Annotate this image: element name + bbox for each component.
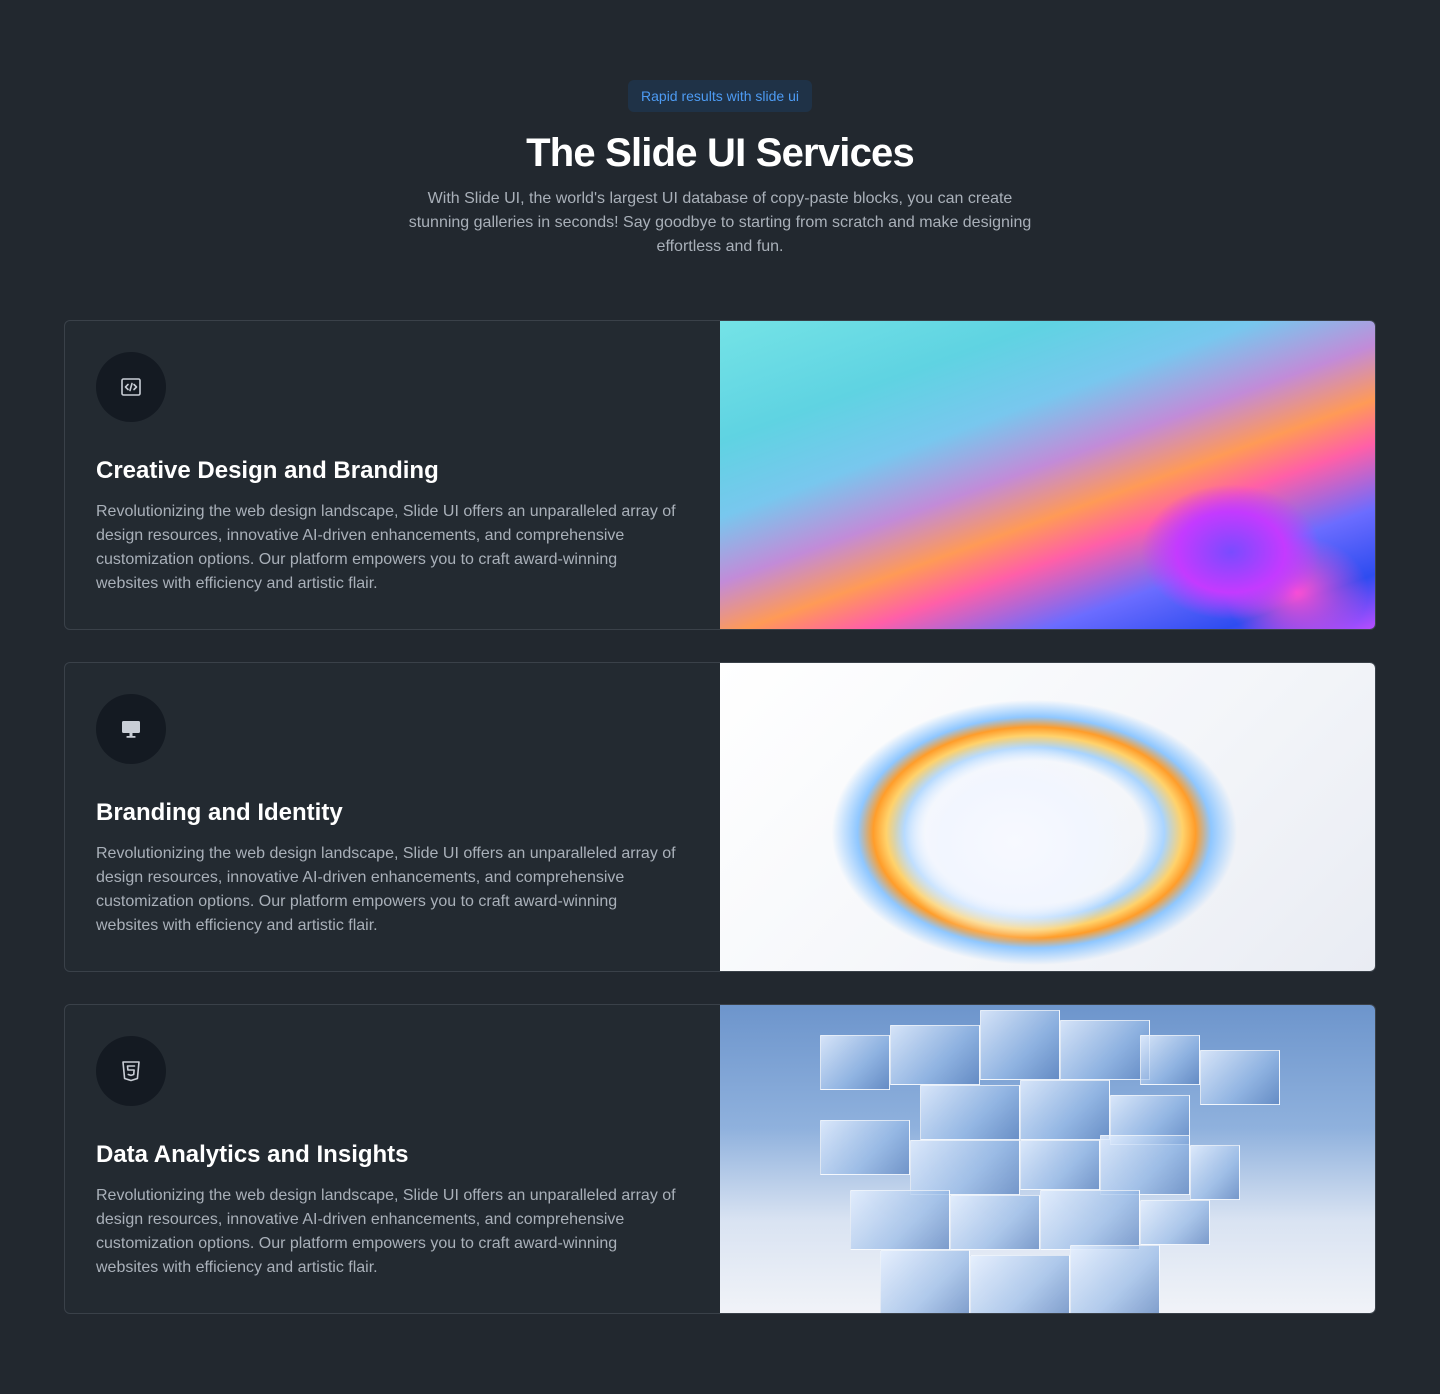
page-title: The Slide UI Services	[526, 131, 915, 175]
glass-cube	[1060, 1020, 1150, 1080]
code-icon	[121, 378, 141, 396]
glass-cube	[1100, 1135, 1190, 1195]
glass-cube	[890, 1025, 980, 1085]
glass-cube	[1040, 1190, 1140, 1250]
glass-cube	[1200, 1050, 1280, 1105]
glass-ring-image	[720, 663, 1375, 971]
glass-cube	[820, 1035, 890, 1090]
html5-icon	[122, 1061, 140, 1082]
glass-cube	[850, 1190, 950, 1250]
glass-cube	[970, 1255, 1070, 1313]
glass-cube	[1070, 1245, 1160, 1313]
glass-cube	[950, 1195, 1040, 1250]
glass-cubes-image	[720, 1005, 1375, 1313]
service-card-text: Branding and Identity Revolutionizing th…	[65, 663, 720, 971]
service-description: Revolutionizing the web design landscape…	[96, 1187, 676, 1276]
service-title: Data Analytics and Insights	[96, 1141, 409, 1168]
glass-cube	[1020, 1140, 1100, 1190]
iridescent-swirl-image	[720, 321, 1375, 629]
glass-cube	[1140, 1035, 1200, 1085]
service-card-creative-design[interactable]: Creative Design and Branding Revolutioni…	[64, 320, 1376, 630]
glass-cube	[920, 1085, 1020, 1140]
glass-cube	[1190, 1145, 1240, 1200]
services-page: Rapid results with slide ui The Slide UI…	[0, 0, 1440, 1394]
service-description: Revolutionizing the web design landscape…	[96, 845, 676, 934]
service-icon-wrapper	[96, 352, 166, 422]
service-icon-wrapper	[96, 694, 166, 764]
service-title: Branding and Identity	[96, 799, 343, 826]
glass-cube	[880, 1250, 970, 1313]
service-icon-wrapper	[96, 1036, 166, 1106]
glass-cube	[910, 1140, 1020, 1195]
monitor-icon	[122, 721, 140, 738]
service-card-data-analytics[interactable]: Data Analytics and Insights Revolutioniz…	[64, 1004, 1376, 1314]
service-card-branding-identity[interactable]: Branding and Identity Revolutionizing th…	[64, 662, 1376, 972]
section-badge: Rapid results with slide ui	[628, 80, 812, 112]
services-list: Creative Design and Branding Revolutioni…	[64, 320, 1376, 1346]
service-card-text: Creative Design and Branding Revolutioni…	[65, 321, 720, 629]
glass-cube	[1020, 1080, 1110, 1140]
glass-cube	[820, 1120, 910, 1175]
glass-cube	[980, 1010, 1060, 1080]
glass-cube	[1140, 1200, 1210, 1245]
services-header: Rapid results with slide ui The Slide UI…	[0, 80, 1440, 259]
service-title: Creative Design and Branding	[96, 457, 439, 484]
service-description: Revolutionizing the web design landscape…	[96, 503, 676, 592]
page-subtitle: With Slide UI, the world's largest UI da…	[408, 190, 1032, 255]
service-card-text: Data Analytics and Insights Revolutioniz…	[65, 1005, 720, 1313]
